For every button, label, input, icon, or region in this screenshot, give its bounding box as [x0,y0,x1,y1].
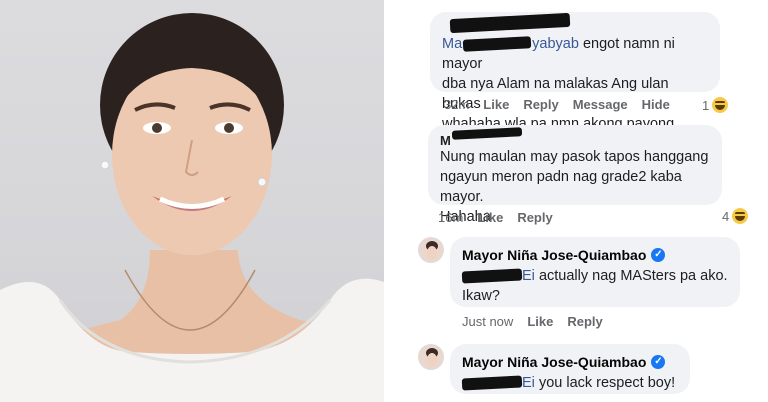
comment-bubble: M Nung maulan may pasok tapos hanggang n… [428,125,722,225]
reply-button[interactable]: Reply [517,210,552,225]
redacted-mention [462,36,532,52]
portrait-illustration [0,13,384,402]
comment-text: actually nag MASters pa ako. [538,268,728,284]
redacted-author [449,12,571,34]
comment-text: you lack respect boy! [538,375,676,391]
hide-button[interactable]: Hide [642,97,670,112]
verified-badge-icon: ✓ [651,355,666,369]
laughing-emoji-icon [712,97,729,113]
reaction-count: 4 [722,208,730,224]
comment-mention-tail[interactable]: Ei [522,268,535,284]
comment-time: 16m [438,210,464,225]
reaction-summary[interactable]: 4 [722,208,749,224]
comment-actions: Just now Like Reply [462,314,603,329]
like-button[interactable]: Like [483,97,509,112]
like-button[interactable]: Like [527,314,553,329]
redacted-mention [461,375,523,391]
comment-actions: 16m Like Reply [438,210,553,225]
reply-author[interactable]: Mayor Niña Jose-Quiambao ✓ [462,352,666,372]
reaction-count: 1 [702,97,710,113]
laughing-emoji-icon [732,208,749,224]
redacted-author [451,127,523,140]
like-button[interactable]: Like [477,210,503,225]
avatar[interactable] [418,344,444,370]
reply-bubble: Mayor Niña Jose-Quiambao ✓ Ei actually n… [450,237,740,307]
comment-time: 32m [444,97,470,112]
comment-mention-tail[interactable]: Ei [522,375,535,391]
redacted-mention [461,268,523,284]
comment-bubble: Ma yabyab engot namn ni mayor dba nya Ala… [430,12,720,152]
comments-panel: Ma yabyab engot namn ni mayor dba nya Ala… [384,0,768,402]
reply-button[interactable]: Reply [523,97,558,112]
reply-author[interactable]: Mayor Niña Jose-Quiambao ✓ [462,245,666,265]
comment-time: Just now [462,314,514,329]
comment-mention-tail[interactable]: yabyab [532,36,579,52]
reply-bubble: Mayor Niña Jose-Quiambao ✓ Ei you lack r… [450,344,690,394]
avatar[interactable] [418,237,444,263]
author-name: Mayor Niña Jose-Quiambao [462,354,647,370]
comment-mention[interactable]: Ma [442,36,462,52]
author-name: Mayor Niña Jose-Quiambao [462,247,647,263]
reaction-summary[interactable]: 1 [702,97,729,113]
comment-text: ngayun meron padn nag grade2 kaba mayor. [440,169,682,205]
comment-text: Nung maulan may pasok tapos hanggang [440,149,709,165]
message-button[interactable]: Message [573,97,628,112]
verified-badge-icon: ✓ [651,248,666,262]
reply-button[interactable]: Reply [567,314,602,329]
comment-author[interactable]: M [440,131,451,151]
comment-actions: 32m Like Reply Message Hide [444,97,670,112]
comment-text: Ikaw? [462,288,500,304]
portrait-photo [0,0,384,402]
